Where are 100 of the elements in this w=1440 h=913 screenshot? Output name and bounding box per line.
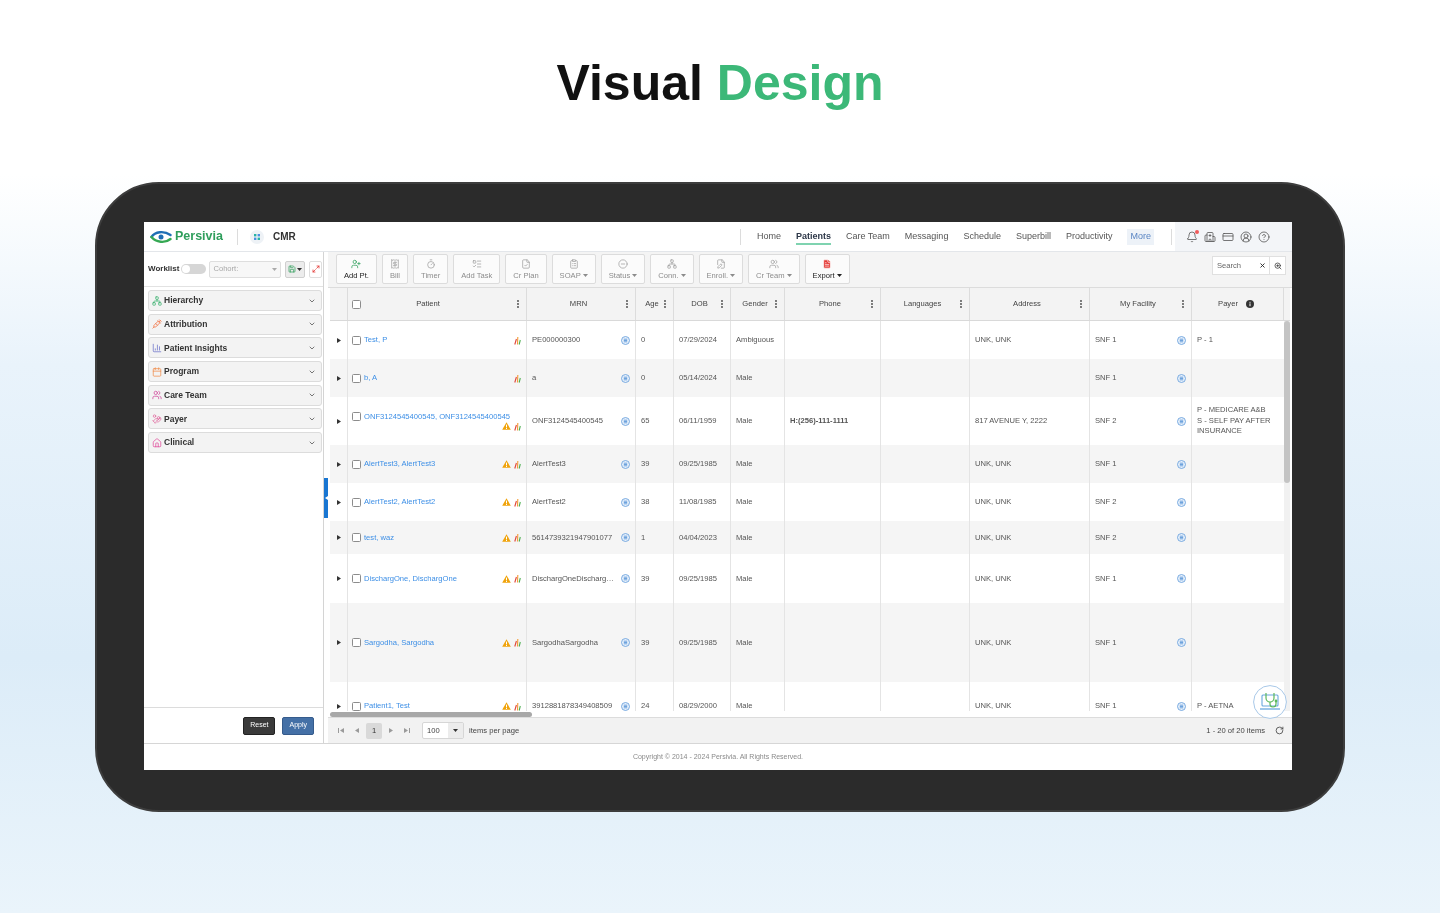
timer-icon xyxy=(425,258,436,269)
checkbox[interactable] xyxy=(352,373,361,383)
list-circle-icon[interactable] xyxy=(621,638,630,647)
nav-link[interactable]: Productivity xyxy=(1065,229,1113,245)
info-icon[interactable] xyxy=(1245,300,1254,308)
filter-accordion[interactable]: Patient Insights xyxy=(148,337,322,359)
search-button[interactable] xyxy=(1270,256,1286,275)
network-icon xyxy=(152,295,162,306)
caret-down-icon xyxy=(297,267,303,271)
chart-icon[interactable] xyxy=(514,574,521,583)
filter-accordion[interactable]: Program xyxy=(148,361,322,383)
nav-link[interactable]: Patients xyxy=(796,229,831,245)
checkbox[interactable] xyxy=(352,497,361,507)
filter-accordion[interactable]: Hierarchy xyxy=(148,290,322,311)
nav-link[interactable]: Home xyxy=(756,229,781,245)
logo-icon xyxy=(150,229,172,244)
chart-icon[interactable] xyxy=(514,373,521,383)
clipboard-icon xyxy=(568,258,579,269)
list-circle-icon[interactable] xyxy=(1177,574,1186,583)
list-circle-icon[interactable] xyxy=(1177,459,1186,469)
save-menu-button[interactable] xyxy=(285,260,306,278)
list-circle-icon[interactable] xyxy=(621,416,630,426)
minus-circle-icon xyxy=(618,258,628,269)
last-page-icon[interactable] xyxy=(404,728,410,733)
list-circle-icon[interactable] xyxy=(1177,497,1186,507)
expand-caret-icon[interactable] xyxy=(336,499,341,505)
checkbox[interactable] xyxy=(352,335,361,345)
bell-icon[interactable] xyxy=(1186,230,1198,243)
chart-icon[interactable] xyxy=(514,497,521,507)
scrollbar-thumb[interactable] xyxy=(330,711,532,717)
house-icon xyxy=(152,437,162,448)
checkbox[interactable] xyxy=(352,701,361,711)
expand-caret-icon[interactable] xyxy=(336,337,341,343)
chart-icon[interactable] xyxy=(514,459,521,469)
network-icon xyxy=(666,258,677,269)
refresh-icon[interactable] xyxy=(1275,726,1284,735)
expand-button[interactable] xyxy=(309,260,323,278)
help-icon[interactable] xyxy=(1258,230,1270,243)
vertical-scrollbar[interactable] xyxy=(1284,321,1290,711)
hospital-icon[interactable] xyxy=(1204,230,1216,243)
checkbox[interactable] xyxy=(352,412,361,421)
apps-grid-icon[interactable] xyxy=(249,229,264,244)
previous-page-icon[interactable] xyxy=(355,728,359,733)
list-circle-icon[interactable] xyxy=(1177,416,1186,426)
chart-icon[interactable] xyxy=(514,638,521,647)
checkbox[interactable] xyxy=(352,638,361,647)
worklist-toggle[interactable] xyxy=(181,264,207,274)
list-circle-icon[interactable] xyxy=(621,497,630,507)
user-icon[interactable] xyxy=(1240,230,1252,243)
expand-caret-icon[interactable] xyxy=(336,461,341,467)
checkbox[interactable] xyxy=(352,459,361,469)
list-circle-icon[interactable] xyxy=(1177,533,1186,542)
checkbox[interactable] xyxy=(352,574,361,583)
list-circle-icon[interactable] xyxy=(621,373,630,383)
more-menu-button[interactable]: More xyxy=(1127,229,1154,245)
list-circle-icon[interactable] xyxy=(621,533,630,542)
expand-caret-icon[interactable] xyxy=(336,640,341,645)
list-circle-icon[interactable] xyxy=(621,701,630,711)
list-circle-icon[interactable] xyxy=(1177,701,1186,711)
module-title: CMR xyxy=(272,230,296,244)
nav-link[interactable]: Superbill xyxy=(1015,229,1051,245)
list-circle-icon[interactable] xyxy=(621,459,630,469)
clear-icon[interactable] xyxy=(1259,262,1266,269)
document-check-icon xyxy=(520,258,531,269)
document-icon xyxy=(822,258,833,269)
chart-icon[interactable] xyxy=(514,701,521,711)
syringe-icon xyxy=(152,319,162,330)
expand-caret-icon[interactable] xyxy=(336,375,341,381)
filter-accordion[interactable]: Payer xyxy=(148,408,322,430)
chart-icon[interactable] xyxy=(514,421,521,431)
chart-icon[interactable] xyxy=(514,533,521,542)
nav-link[interactable]: Schedule xyxy=(963,229,1001,245)
chart-icon[interactable] xyxy=(514,335,521,345)
next-page-icon[interactable] xyxy=(389,728,393,733)
scrollbar-thumb[interactable] xyxy=(1284,321,1290,483)
card-icon[interactable] xyxy=(1222,230,1234,243)
search-icon xyxy=(1273,261,1282,270)
list-circle-icon[interactable] xyxy=(1177,373,1186,383)
expand-caret-icon[interactable] xyxy=(336,418,341,424)
checkbox[interactable] xyxy=(352,533,361,542)
nav-link[interactable]: Messaging xyxy=(904,229,949,245)
expand-caret-icon[interactable] xyxy=(336,576,341,581)
expand-caret-icon[interactable] xyxy=(336,535,341,540)
logo-text: Persivia xyxy=(175,230,223,243)
filter-accordion[interactable]: Attribution xyxy=(148,313,322,335)
checkbox[interactable] xyxy=(352,299,361,309)
document-edit-icon xyxy=(715,258,726,269)
list-circle-icon[interactable] xyxy=(1177,638,1186,647)
people-icon xyxy=(768,258,779,269)
hand-coins-icon xyxy=(152,413,162,424)
stethoscope-laptop-icon[interactable] xyxy=(1253,685,1287,719)
list-circle-icon[interactable] xyxy=(621,335,630,345)
first-page-icon[interactable] xyxy=(338,728,344,733)
filter-accordion[interactable]: Care Team xyxy=(148,384,322,406)
collapse-handle[interactable] xyxy=(324,477,328,518)
list-circle-icon[interactable] xyxy=(1177,335,1186,345)
expand-caret-icon[interactable] xyxy=(336,703,341,709)
filter-accordion[interactable]: Clinical xyxy=(148,432,322,454)
list-circle-icon[interactable] xyxy=(621,574,630,583)
nav-link[interactable]: Care Team xyxy=(846,229,890,245)
